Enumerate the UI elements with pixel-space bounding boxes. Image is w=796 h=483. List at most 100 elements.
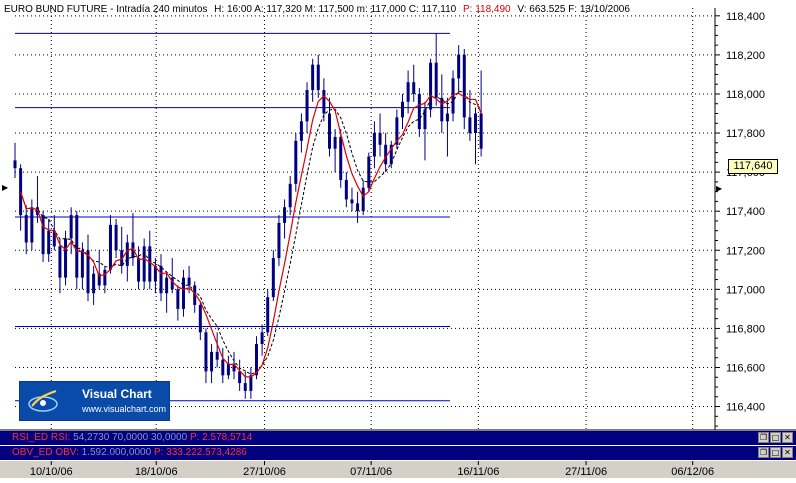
logo-name: Visual Chart bbox=[82, 387, 152, 401]
y-tick-label: 118,400 bbox=[726, 11, 765, 23]
candle-body bbox=[41, 215, 45, 255]
candle-body bbox=[350, 199, 354, 204]
rsi-value-2: 70,0000 bbox=[112, 432, 149, 443]
date-axis-bar: 10/10/06 18/10/06 27/10/06 07/11/06 16/11/06… bbox=[0, 461, 796, 478]
rsi-value-3: 30,0000 bbox=[151, 432, 188, 443]
candle-body bbox=[266, 297, 270, 333]
candle-body bbox=[58, 246, 62, 278]
candle-body bbox=[238, 371, 242, 384]
candle-body bbox=[92, 273, 96, 294]
candle-body bbox=[159, 265, 163, 294]
last-price-label: 117,640 bbox=[728, 159, 778, 174]
y-tick-label: 117,000 bbox=[726, 284, 765, 296]
obv-value: 1.592.000,0000 bbox=[81, 447, 152, 458]
rsi-maximize-icon[interactable]: □ bbox=[770, 432, 781, 443]
candle-body bbox=[47, 230, 51, 255]
candle-body bbox=[305, 90, 309, 122]
candle-body bbox=[372, 133, 376, 157]
candle-body bbox=[277, 222, 281, 259]
candle-body bbox=[322, 90, 326, 114]
candle-body bbox=[114, 224, 118, 251]
candle-body bbox=[294, 140, 298, 184]
candle-body bbox=[468, 117, 472, 134]
x-tick-label: 18/10/06 bbox=[135, 466, 178, 478]
candle-body bbox=[204, 332, 208, 372]
candle-body bbox=[429, 62, 433, 110]
candle-body bbox=[462, 54, 466, 118]
candle-body bbox=[103, 269, 107, 286]
candle-body bbox=[333, 136, 337, 149]
obv-maximize-icon[interactable]: □ bbox=[770, 447, 781, 458]
chart-window: 118,400118,200118,000117,800117,600117,4… bbox=[0, 0, 796, 478]
candle bbox=[462, 49, 466, 130]
candle-body bbox=[108, 224, 112, 270]
candle-body bbox=[80, 250, 84, 278]
candle-body bbox=[384, 144, 388, 165]
candle-body bbox=[137, 258, 141, 282]
right-axis-arrow-icon: ▶ bbox=[716, 184, 723, 193]
candle-body bbox=[271, 258, 275, 298]
candle-body bbox=[249, 375, 253, 391]
candle-body bbox=[125, 242, 129, 266]
rsi-close-icon[interactable]: ✕ bbox=[782, 432, 793, 443]
visual-chart-logo: Visual Chart www.visualchart.com bbox=[19, 381, 170, 421]
candle-body bbox=[445, 113, 449, 122]
obv-close-icon[interactable]: ✕ bbox=[782, 447, 793, 458]
candle-body bbox=[148, 246, 152, 282]
candle-body bbox=[187, 277, 191, 286]
candle-body bbox=[243, 383, 247, 391]
rsi-label: RSI_ED RSI: bbox=[12, 432, 71, 443]
obv-panel[interactable]: OBV_ED OBV: 1.592.000,0000 P: 333.222.57… bbox=[0, 446, 796, 460]
candle-body bbox=[176, 289, 180, 309]
candle-body bbox=[69, 215, 73, 239]
logo-url: www.visualchart.com bbox=[82, 404, 167, 414]
candle-body bbox=[221, 359, 225, 376]
candle bbox=[367, 152, 371, 192]
candle-body bbox=[327, 113, 331, 149]
candle-body bbox=[226, 363, 230, 376]
x-tick-label: 27/10/06 bbox=[243, 466, 286, 478]
candle-body bbox=[344, 179, 348, 200]
candle bbox=[389, 140, 393, 169]
candle-body bbox=[479, 113, 483, 149]
candle-body bbox=[474, 113, 478, 134]
candle-body bbox=[299, 121, 303, 141]
candle-body bbox=[378, 133, 382, 145]
candle-body bbox=[361, 187, 365, 212]
y-tick-label: 117,800 bbox=[726, 128, 765, 140]
rsi-window-buttons: ❐ □ ✕ bbox=[758, 432, 793, 443]
candle-body bbox=[142, 246, 146, 282]
candle bbox=[429, 58, 433, 118]
candle-body bbox=[215, 351, 219, 360]
x-tick-label: 16/11/06 bbox=[457, 466, 499, 478]
obv-p-value: P: 333.222.573,4286 bbox=[153, 447, 247, 458]
candle-body bbox=[13, 160, 17, 169]
y-tick-label: 116,800 bbox=[726, 323, 765, 335]
rsi-panel[interactable]: RSI_ED RSI: 54,2730 70,0000 30,0000 P: 2… bbox=[0, 431, 796, 445]
logo-swoosh-icon bbox=[28, 389, 58, 412]
candle-body bbox=[24, 215, 28, 243]
rsi-p-value: P: 2.578,5714 bbox=[189, 432, 253, 443]
candle-body bbox=[311, 64, 315, 91]
candle-body bbox=[316, 64, 320, 91]
rsi-value-1: 54,2730 bbox=[73, 432, 110, 443]
candle-body bbox=[198, 304, 202, 333]
x-tick-label: 27/11/06 bbox=[565, 466, 607, 478]
obv-restore-icon[interactable]: ❐ bbox=[758, 447, 769, 458]
date-axis: 10/10/06 18/10/06 27/10/06 07/11/06 16/11/06… bbox=[30, 461, 714, 478]
candle-body bbox=[210, 351, 214, 372]
left-scroll-arrow-icon[interactable]: ▶ bbox=[2, 183, 9, 192]
y-tick-label: 117,200 bbox=[726, 245, 765, 257]
candle-body bbox=[406, 82, 410, 102]
rsi-restore-icon[interactable]: ❐ bbox=[758, 432, 769, 443]
y-tick-label: 118,200 bbox=[726, 50, 765, 62]
candle bbox=[294, 133, 298, 192]
y-tick-label: 118,000 bbox=[726, 89, 765, 101]
y-tick-label: 116,600 bbox=[726, 362, 765, 374]
candle-body bbox=[260, 332, 264, 345]
chart-title: EURO BUND FUTURE - Intradía 240 minutos … bbox=[4, 4, 630, 15]
candle-body bbox=[434, 62, 438, 98]
candle-body bbox=[401, 101, 405, 118]
candle-body bbox=[165, 277, 169, 294]
candle-body bbox=[283, 207, 287, 223]
